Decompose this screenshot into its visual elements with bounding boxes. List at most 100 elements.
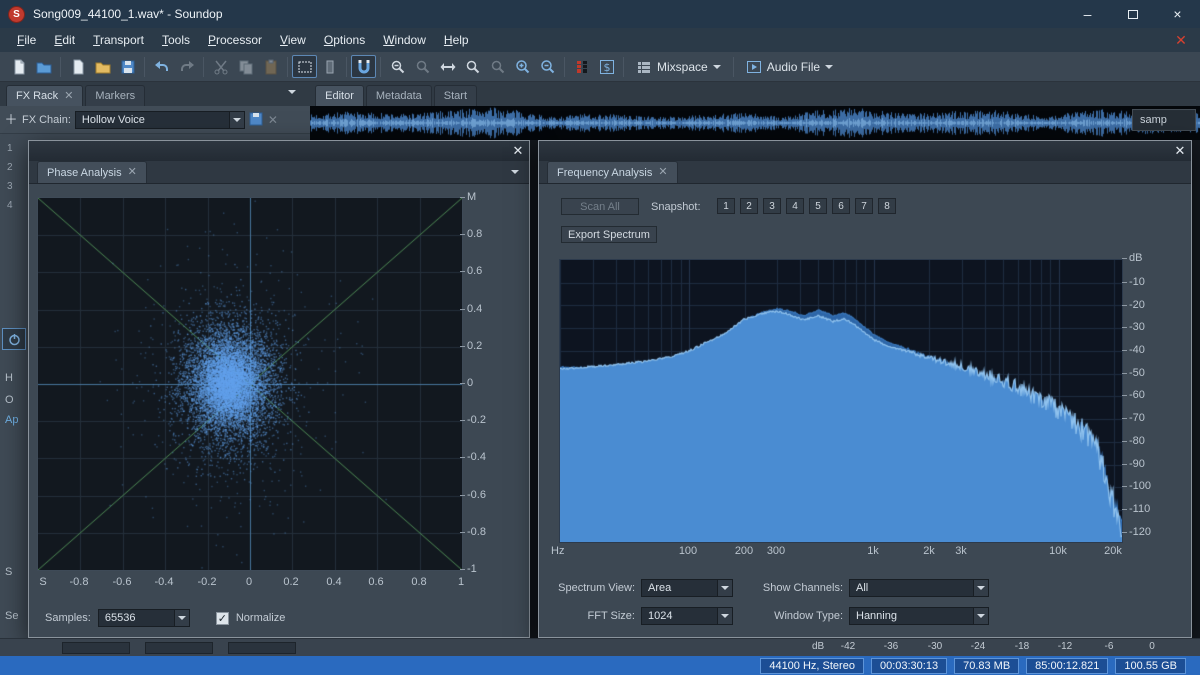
snapshot-1-button[interactable]: 1: [717, 198, 735, 214]
phase-y-tick: 0.6: [467, 264, 513, 278]
scan-all-button[interactable]: Scan All: [561, 198, 639, 215]
close-icon[interactable]: ✕: [507, 141, 529, 161]
tab-frequency-analysis[interactable]: Frequency Analysis ✕: [547, 161, 678, 183]
open-file-button[interactable]: [31, 55, 56, 78]
zoom-disabled-button[interactable]: [410, 55, 435, 78]
samples-label: Samples:: [45, 612, 91, 624]
ruler-units-box[interactable]: samp: [1132, 109, 1196, 131]
menu-file[interactable]: File: [8, 30, 45, 50]
tab-metadata[interactable]: Metadata: [366, 85, 432, 106]
tab-fx-rack[interactable]: FX Rack ✕: [6, 85, 83, 106]
snapshot-7-button[interactable]: 7: [855, 198, 873, 214]
level-meter-button[interactable]: [569, 55, 594, 78]
minimize-button[interactable]: –: [1065, 0, 1110, 28]
db-tick: -70: [1129, 411, 1171, 425]
fx-power-button[interactable]: [2, 328, 26, 350]
window-type-select[interactable]: Hanning: [849, 607, 989, 625]
zoom-out-horizontal-button[interactable]: [535, 55, 560, 78]
phase-analysis-window: ✕ Phase Analysis ✕ M 0.8 0.6 0.4 0.2 0 -…: [28, 140, 530, 638]
fft-size-select[interactable]: 1024: [641, 607, 733, 625]
tab-close-icon[interactable]: ✕: [128, 167, 137, 178]
audio-file-icon: [746, 59, 762, 75]
samples-select[interactable]: 65536: [98, 609, 190, 627]
export-spectrum-button[interactable]: Export Spectrum: [561, 226, 657, 243]
audio-file-dropdown[interactable]: Audio File: [738, 55, 841, 78]
menu-view[interactable]: View: [271, 30, 315, 50]
title-bar[interactable]: S Song009_44100_1.wav* - Soundop – ×: [0, 0, 1200, 28]
snapshot-8-button[interactable]: 8: [878, 198, 896, 214]
show-channels-select[interactable]: All: [849, 579, 989, 597]
meter-field[interactable]: [145, 642, 213, 654]
new-file-button[interactable]: [6, 55, 31, 78]
save-chain-icon[interactable]: [249, 112, 264, 127]
waveform-overview[interactable]: samp: [310, 106, 1200, 140]
phase-x-tick: 0.6: [358, 575, 394, 589]
time-selection-tool-button[interactable]: [317, 55, 342, 78]
new-project-icon: [70, 59, 86, 75]
menu-tools[interactable]: Tools: [153, 30, 199, 50]
open-project-button[interactable]: [90, 55, 115, 78]
tab-editor[interactable]: Editor: [315, 85, 364, 106]
snapshot-6-button[interactable]: 6: [832, 198, 850, 214]
menu-edit[interactable]: Edit: [45, 30, 84, 50]
close-document-icon[interactable]: ✕: [1170, 32, 1192, 49]
spectrum-view-select[interactable]: Area: [641, 579, 733, 597]
tab-phase-analysis[interactable]: Phase Analysis ✕: [37, 161, 147, 183]
menu-window[interactable]: Window: [374, 30, 435, 50]
close-button[interactable]: ×: [1155, 0, 1200, 28]
copy-icon: [238, 59, 254, 75]
export-spectrum-label: Export Spectrum: [568, 229, 650, 241]
paste-button[interactable]: [258, 55, 283, 78]
fx-chain-select[interactable]: Hollow Voice: [75, 111, 245, 129]
normalize-checkbox[interactable]: ✓: [216, 612, 229, 625]
zoom-in-horizontal-button[interactable]: [510, 55, 535, 78]
waveform-overview-canvas[interactable]: [310, 106, 1200, 140]
add-fx-icon[interactable]: ＋: [4, 113, 18, 127]
panel-tabs-menu-icon[interactable]: [288, 90, 296, 94]
selection-tool-button[interactable]: [292, 55, 317, 78]
close-icon[interactable]: ✕: [1169, 141, 1191, 161]
tab-markers[interactable]: Markers: [85, 85, 145, 106]
mixspace-label: Mixspace: [657, 60, 708, 74]
tab-start[interactable]: Start: [434, 85, 477, 106]
tabbar-menu-icon[interactable]: [511, 170, 519, 174]
snapshot-5-button[interactable]: 5: [809, 198, 827, 214]
snapshot-3-button[interactable]: 3: [763, 198, 781, 214]
zoom-out-button[interactable]: [385, 55, 410, 78]
snapshot-2-button[interactable]: 2: [740, 198, 758, 214]
menu-help[interactable]: Help: [435, 30, 478, 50]
copy-button[interactable]: [233, 55, 258, 78]
tab-close-icon[interactable]: ✕: [64, 91, 73, 102]
open-project-icon: [95, 59, 111, 75]
hz-tick: 10k: [1038, 545, 1078, 557]
scroll-horizontal-button[interactable]: [435, 55, 460, 78]
phase-window-titlebar[interactable]: ✕: [29, 141, 529, 161]
frequency-analysis-window: ✕ Frequency Analysis ✕ Scan All Snapshot…: [538, 140, 1192, 638]
cut-button[interactable]: [208, 55, 233, 78]
snap-magnet-button[interactable]: [351, 55, 376, 78]
snapshot-4-button[interactable]: 4: [786, 198, 804, 214]
maximize-button[interactable]: [1110, 0, 1155, 28]
freq-window-titlebar[interactable]: ✕: [539, 141, 1191, 161]
new-project-button[interactable]: [65, 55, 90, 78]
delete-chain-icon[interactable]: ✕: [268, 113, 278, 127]
meter-field[interactable]: [62, 642, 130, 654]
redo-button[interactable]: [174, 55, 199, 78]
save-button[interactable]: [115, 55, 140, 78]
undo-button[interactable]: [149, 55, 174, 78]
spectrum-plot: [559, 259, 1123, 543]
hz-tick: 100: [668, 545, 708, 557]
spectral-view-button[interactable]: $: [594, 55, 619, 78]
menu-options[interactable]: Options: [315, 30, 374, 50]
menu-transport[interactable]: Transport: [84, 30, 153, 50]
zoom-reset-button[interactable]: [485, 55, 510, 78]
phase-x-tick: 1: [443, 575, 479, 589]
tab-close-icon[interactable]: ✕: [658, 167, 667, 178]
meter-field[interactable]: [228, 642, 296, 654]
menu-processor[interactable]: Processor: [199, 30, 271, 50]
zoom-window-button[interactable]: [460, 55, 485, 78]
mixspace-dropdown[interactable]: Mixspace: [628, 55, 729, 78]
chevron-down-icon: [178, 616, 186, 620]
phase-y-tick: 0.2: [467, 339, 513, 353]
hz-tick: 3k: [941, 545, 981, 557]
